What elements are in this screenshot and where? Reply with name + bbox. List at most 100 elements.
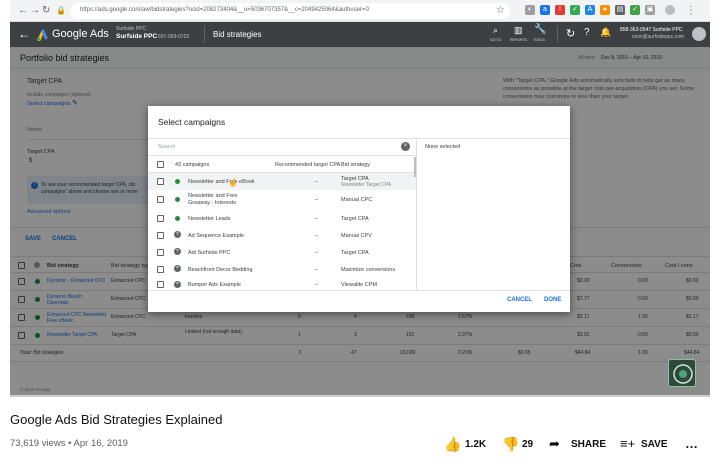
bid-strategy-subtext: Newsletter Target CPA — [341, 182, 392, 188]
campaign-checkbox[interactable] — [157, 232, 164, 239]
campaign-row[interactable]: × Ad Sequence Example – Manual CPV — [148, 227, 416, 244]
bid-strategy-value: Target CPA — [341, 216, 369, 222]
campaign-name: Newsletter Leads — [188, 216, 231, 222]
account-name[interactable]: Surfside PPC — [116, 33, 157, 40]
bid-strategy-value: Manual CPC — [341, 197, 373, 203]
bid-strategy-header: Bid strategy — [341, 162, 371, 168]
google-ads-logo-icon — [36, 28, 48, 42]
save-button[interactable]: SAVE — [641, 439, 668, 450]
recommended-target: – — [315, 179, 319, 185]
extension-icon[interactable]: ✓ — [570, 5, 580, 15]
help-icon[interactable]: ? — [584, 27, 590, 38]
video-progress-bar[interactable] — [10, 395, 710, 397]
save-playlist-icon[interactable]: ≡+ — [620, 436, 635, 451]
recommended-target: – — [315, 282, 319, 288]
campaign-name: Newsletter and Free Greaway - Interests — [188, 193, 238, 206]
campaign-name: Bumper Ads Example — [188, 282, 241, 288]
browser-toolbar: ← → ↻ 🔒 https://ads.google.com/aw/bidstr… — [10, 0, 710, 22]
campaign-checkbox[interactable] — [157, 178, 164, 185]
reload-icon[interactable]: ↻ — [42, 5, 50, 16]
extension-icon[interactable]: ! — [555, 5, 565, 15]
extension-icon[interactable]: ▣ — [645, 5, 655, 15]
campaign-checkbox[interactable] — [157, 281, 164, 288]
enabled-status-dot — [175, 216, 180, 221]
extension-icon[interactable]: ● — [600, 5, 610, 15]
dialog-title: Select campaigns — [158, 117, 226, 127]
reports-icon[interactable]: ▥ — [514, 25, 523, 36]
address-bar[interactable]: https://ads.google.com/aw/bidstrategies?… — [70, 3, 510, 19]
campaign-name: Beachfront Decor Bedding — [188, 267, 253, 273]
campaign-name: Ad Sequence Example — [188, 233, 244, 239]
dialog-done-button[interactable]: DONE — [544, 297, 561, 303]
campaign-count-header: 43 campaigns — [175, 162, 210, 168]
campaign-row[interactable]: × Bumper Ads Example – Viewable CPM — [148, 278, 416, 290]
campaign-search-input[interactable]: Search — [158, 144, 175, 150]
channel-watermark-logo[interactable] — [668, 359, 696, 387]
campaign-row[interactable]: Newsletter and Free eBook – Target CPA N… — [148, 173, 416, 190]
video-meta: 73,619 views • Apr 16, 2019 — [10, 438, 128, 449]
divider — [557, 26, 558, 43]
recommended-target: – — [315, 250, 319, 256]
list-scrollbar[interactable] — [414, 157, 416, 177]
campaign-row[interactable]: Newsletter and Free Greaway - Interests … — [148, 190, 416, 210]
divider — [148, 290, 570, 291]
search-icon[interactable]: ⌕ — [493, 25, 498, 36]
select-campaigns-dialog: Select campaigns Search × None selected … — [148, 106, 570, 312]
campaign-checkbox[interactable] — [157, 266, 164, 273]
thumbs-up-icon[interactable]: 👍 — [444, 436, 461, 453]
removed-status-icon: × — [174, 265, 181, 272]
dialog-cancel-button[interactable]: CANCEL — [507, 297, 532, 303]
removed-status-icon: × — [174, 231, 181, 238]
none-selected-text: None selected — [425, 144, 461, 150]
refresh-icon[interactable]: ↻ — [566, 27, 575, 40]
select-all-campaigns-checkbox[interactable] — [157, 161, 164, 168]
share-button[interactable]: SHARE — [571, 439, 606, 450]
enabled-status-dot — [175, 179, 180, 184]
ads-header: ← Google Ads Surfside PPC Surfside PPC 6… — [10, 22, 710, 47]
tool-label: TOOLS — [533, 38, 545, 42]
campaign-name: Newsletter and Free eBook — [188, 179, 255, 185]
tool-label: REPORTS — [510, 38, 527, 42]
campaign-checkbox[interactable] — [157, 249, 164, 256]
product-name: Google Ads — [52, 28, 109, 40]
divider — [148, 138, 570, 139]
lock-icon: 🔒 — [56, 6, 66, 15]
extension-icon[interactable]: a — [540, 5, 550, 15]
campaign-row[interactable]: × Adi Surfside PPC – Target CPA — [148, 244, 416, 261]
share-icon[interactable]: ➦ — [549, 436, 560, 452]
extension-icon[interactable]: ▤ — [615, 5, 625, 15]
more-actions-icon[interactable]: … — [685, 436, 698, 451]
thumbs-down-icon[interactable]: 👎 — [502, 436, 519, 453]
pane-divider — [416, 138, 417, 290]
profile-avatar[interactable] — [665, 5, 675, 15]
clear-search-icon[interactable]: × — [401, 142, 410, 151]
like-count[interactable]: 1.2K — [465, 439, 486, 450]
campaign-checkbox[interactable] — [157, 215, 164, 222]
dislike-count[interactable]: 29 — [522, 439, 533, 450]
extension-icon[interactable]: ◐ — [525, 5, 535, 15]
bid-strategy-value: Maximize conversions — [341, 267, 396, 273]
back-arrow-icon[interactable]: ← — [18, 27, 30, 41]
video-title: Google Ads Bid Strategies Explained — [10, 412, 223, 427]
forward-icon[interactable]: → — [30, 5, 40, 16]
removed-status-icon: × — [174, 248, 181, 255]
removed-status-icon: × — [174, 281, 181, 288]
extension-icon[interactable]: ✓ — [630, 5, 640, 15]
user-avatar[interactable] — [692, 27, 706, 41]
extension-icon[interactable]: A — [585, 5, 595, 15]
campaign-checkbox[interactable] — [157, 196, 164, 203]
account-phone: 858-363-0547 Surfside PPC — [620, 27, 683, 33]
recommended-target: – — [315, 197, 319, 203]
notification-bell-icon[interactable]: 🔔 — [600, 27, 611, 38]
tools-icon[interactable]: 🔧 — [534, 24, 546, 35]
tool-label: GO TO — [490, 38, 502, 42]
back-icon[interactable]: ← — [18, 5, 28, 16]
account-label: Surfside PPC — [116, 26, 147, 32]
star-icon[interactable]: ☆ — [496, 5, 505, 16]
target-cpa-header: Recommended target CPA — [275, 162, 341, 168]
account-email: conv@surfsideppc.com — [632, 34, 685, 40]
bid-strategy-value: Viewable CPM — [341, 282, 377, 288]
campaign-row[interactable]: Newsletter Leads – Target CPA — [148, 210, 416, 227]
campaign-row[interactable]: × Beachfront Decor Bedding – Maximize co… — [148, 261, 416, 278]
menu-dots-icon[interactable]: ⋮ — [686, 5, 696, 16]
